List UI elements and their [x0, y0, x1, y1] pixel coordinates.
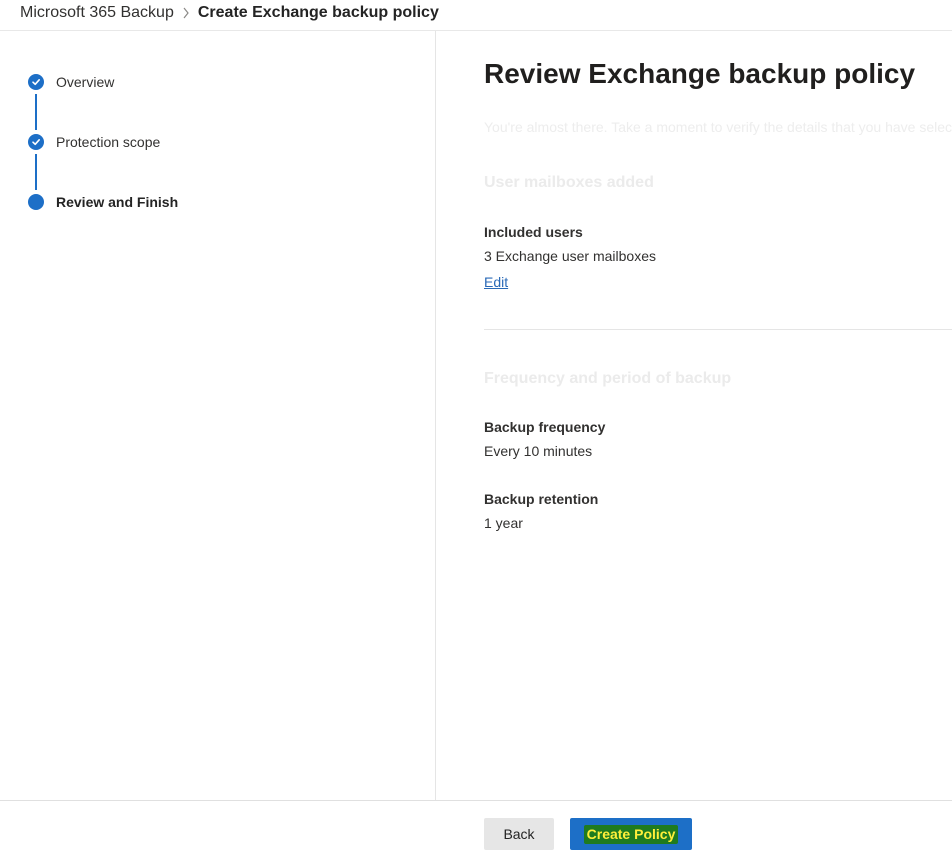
checkmark-icon [28, 74, 44, 90]
included-users-value: 3 Exchange user mailboxes [484, 248, 656, 264]
create-policy-label: Create Policy [583, 824, 679, 844]
step-label: Review and Finish [56, 194, 179, 210]
breadcrumb: Microsoft 365 Backup Create Exchange bac… [20, 2, 439, 24]
step-connector [35, 154, 37, 190]
step-review-and-finish[interactable]: Review and Finish [28, 194, 428, 254]
footer-divider [0, 800, 952, 801]
page-title: Review Exchange backup policy [484, 58, 916, 89]
page: Microsoft 365 Backup Create Exchange bac… [0, 0, 952, 859]
step-protection-scope[interactable]: Protection scope [28, 134, 428, 194]
vertical-divider [435, 31, 436, 800]
step-label: Protection scope [56, 134, 161, 150]
frequency-section-heading: Frequency and period of backup [484, 370, 732, 387]
backup-retention-value: 1 year [484, 515, 523, 531]
create-policy-button[interactable]: Create Policy [570, 818, 692, 850]
step-connector [35, 94, 37, 130]
back-button[interactable]: Back [484, 818, 554, 850]
backup-retention-label: Backup retention [484, 491, 599, 507]
edit-users-link[interactable]: Edit [484, 273, 508, 291]
wizard-stepper: Overview Protection scope Review and Fin… [28, 74, 428, 254]
step-label: Overview [56, 74, 115, 90]
mailboxes-section-heading: User mailboxes added [484, 174, 654, 191]
intro-text: You're almost there. Take a moment to ve… [484, 119, 952, 135]
section-divider [484, 329, 952, 330]
step-overview[interactable]: Overview [28, 74, 428, 134]
included-users-label: Included users [484, 224, 583, 240]
chevron-right-icon [174, 7, 198, 19]
review-panel: Review Exchange backup policy You're alm… [484, 31, 952, 800]
breadcrumb-current: Create Exchange backup policy [197, 4, 439, 21]
checkmark-icon [28, 134, 44, 150]
backup-frequency-value: Every 10 minutes [484, 443, 593, 459]
breadcrumb-root-link[interactable]: Microsoft 365 Backup [20, 4, 174, 22]
backup-frequency-label: Backup frequency [484, 419, 606, 435]
current-step-dot-icon [28, 194, 44, 210]
